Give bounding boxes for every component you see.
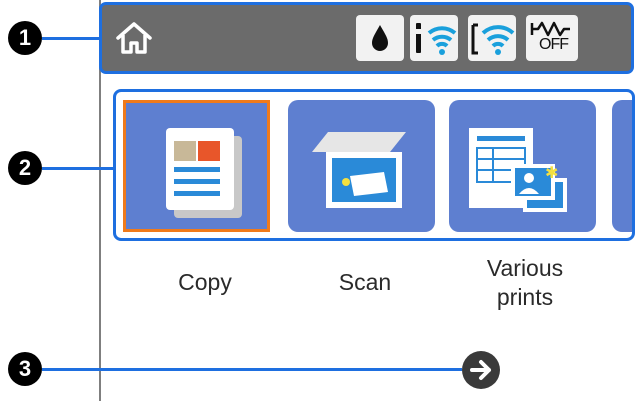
scan-label: Scan	[338, 269, 392, 295]
copy-tile[interactable]	[123, 100, 270, 232]
callout-2: 2	[8, 151, 42, 185]
svg-text:✱: ✱	[545, 163, 558, 182]
wired-lan-off-icon[interactable]: OFF	[526, 15, 578, 61]
wifi-icon[interactable]	[468, 15, 516, 61]
callout-1: 1	[8, 21, 42, 55]
scan-tile[interactable]	[288, 100, 435, 232]
wifi-direct-icon[interactable]	[410, 15, 458, 61]
status-bar: OFF	[99, 2, 634, 74]
various-prints-label-line1: Various	[486, 255, 564, 281]
arrow-right-icon[interactable]	[462, 351, 500, 389]
various-prints-tile[interactable]: ✱	[449, 100, 596, 232]
copy-label: Copy	[178, 269, 232, 295]
next-app-tile-partial[interactable]	[612, 100, 632, 232]
ink-drop-icon[interactable]	[356, 15, 404, 61]
various-prints-label: Various prints	[465, 254, 585, 312]
various-prints-icon: ✱	[469, 128, 567, 212]
callout-3: 3	[8, 352, 42, 386]
callout-2-line	[42, 167, 114, 170]
various-prints-label-line2: prints	[496, 284, 554, 310]
lan-off-text: OFF	[539, 36, 569, 53]
home-icon[interactable]	[114, 18, 154, 58]
scan-icon	[312, 132, 406, 208]
callout-3-line	[42, 368, 462, 371]
copy-icon	[166, 128, 242, 218]
callout-1-line	[42, 37, 100, 40]
